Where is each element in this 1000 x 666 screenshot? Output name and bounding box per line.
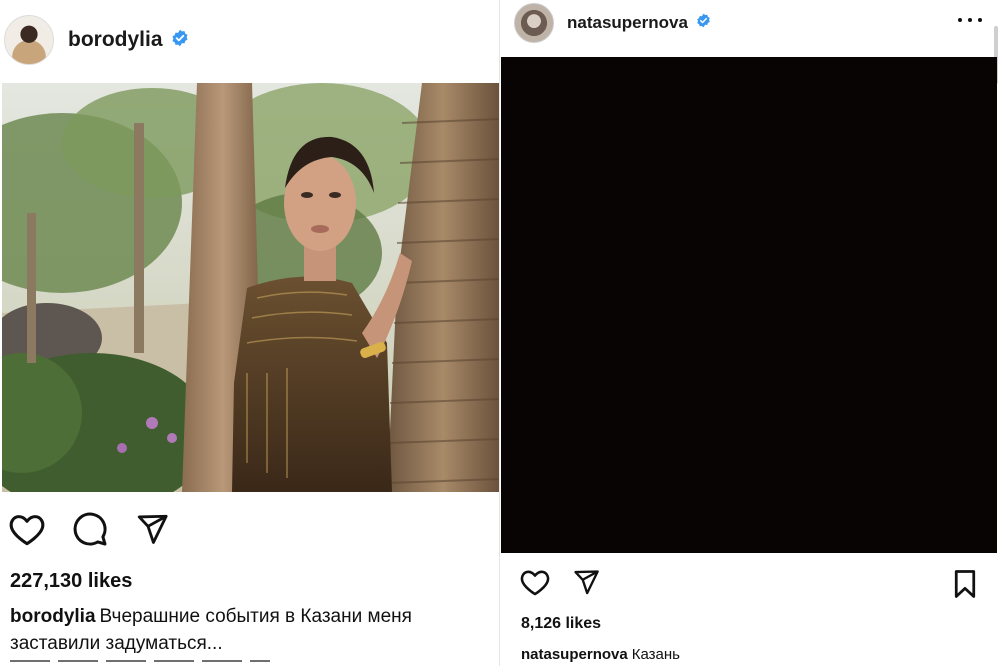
caption-text: Казань	[631, 646, 680, 663]
post-header: borodylia	[0, 12, 500, 68]
like-icon[interactable]	[8, 512, 46, 546]
likes-count[interactable]: 8,126 likes	[521, 615, 601, 633]
share-icon[interactable]	[571, 568, 601, 596]
post-photo[interactable]	[501, 57, 997, 553]
post-card-left: borodylia 227,130 likes borodylia Вчераш…	[0, 0, 500, 666]
post-actions	[519, 568, 601, 596]
post-caption: natasupernova Казань	[521, 645, 680, 665]
post-photo[interactable]	[2, 83, 499, 492]
avatar[interactable]	[4, 15, 54, 65]
avatar[interactable]	[514, 3, 554, 43]
caption-overflow-line	[10, 658, 310, 666]
share-icon[interactable]	[134, 512, 170, 546]
verified-badge-icon	[171, 29, 189, 52]
more-options-icon[interactable]	[958, 10, 982, 30]
post-actions	[8, 511, 170, 547]
post-username[interactable]: borodylia	[68, 28, 163, 52]
caption-username[interactable]: borodylia	[10, 606, 96, 627]
post-header: natasupernova	[500, 2, 1000, 44]
likes-count[interactable]: 227,130 likes	[10, 570, 132, 593]
verified-badge-icon	[696, 13, 711, 33]
caption-username[interactable]: natasupernova	[521, 646, 628, 663]
photo-illustration	[2, 83, 499, 492]
comment-icon[interactable]	[72, 511, 108, 547]
bookmark-icon[interactable]	[952, 569, 978, 604]
like-icon[interactable]	[519, 568, 551, 596]
post-caption: borodylia Вчерашние события в Казани меня…	[10, 603, 495, 657]
post-username[interactable]: natasupernova	[567, 13, 688, 33]
